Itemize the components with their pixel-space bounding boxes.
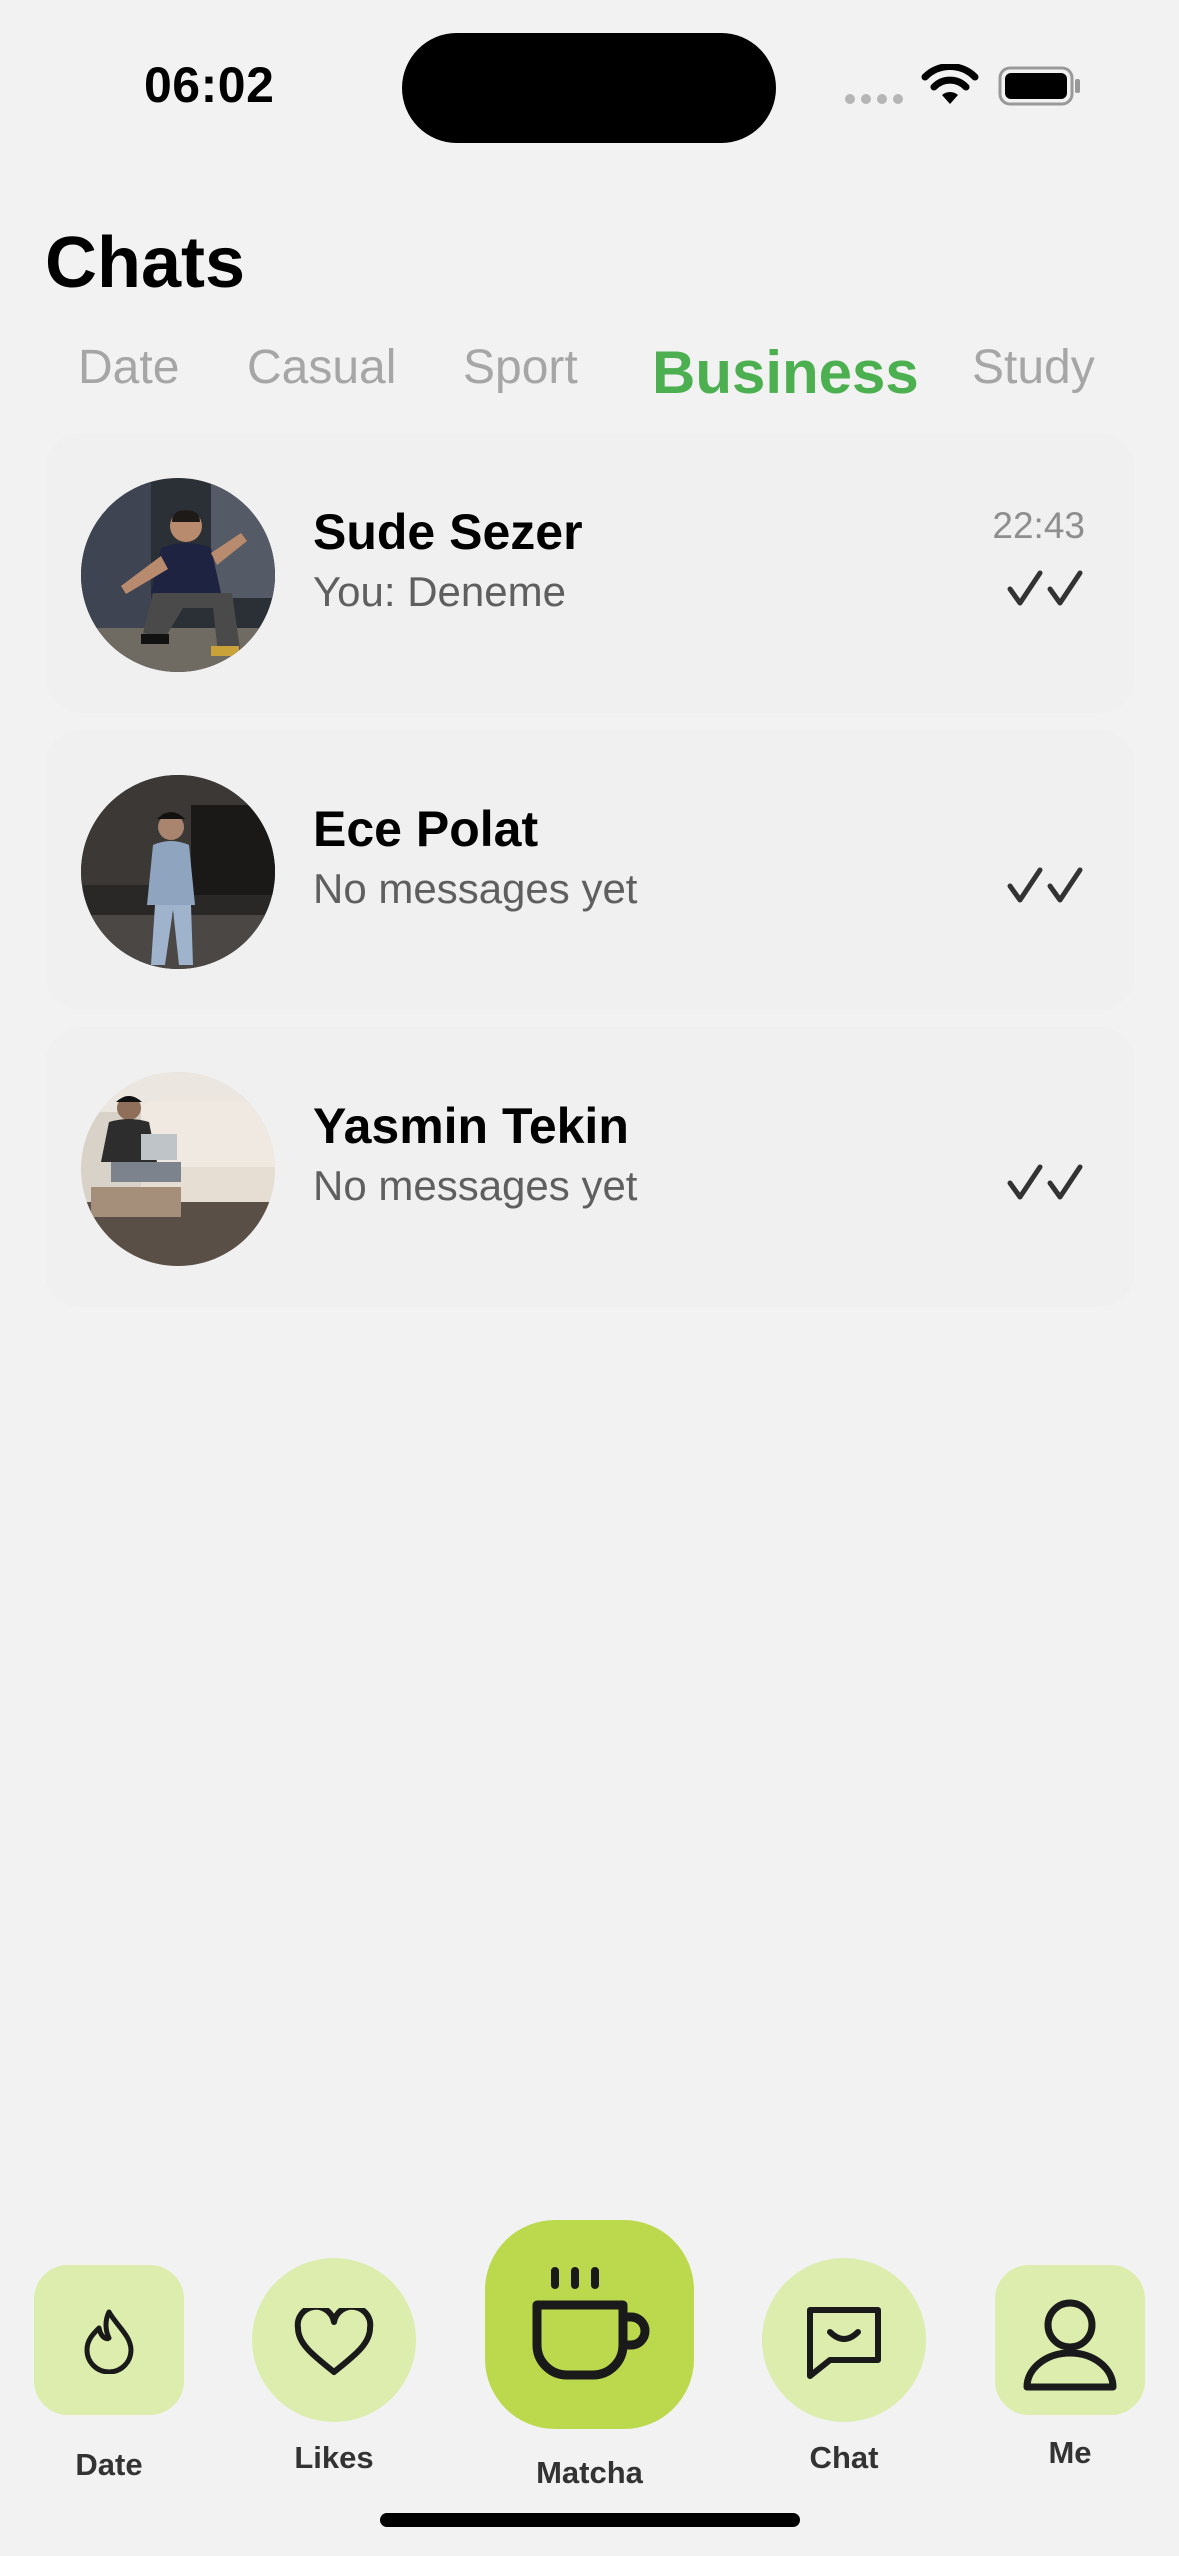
- category-tabs: Date Casual Sport Business Study: [0, 330, 1179, 420]
- avatar[interactable]: [81, 775, 275, 969]
- double-check-icon: [1007, 570, 1083, 606]
- tab-date[interactable]: Date: [78, 340, 179, 395]
- contact-name: Ece Polat: [313, 801, 539, 857]
- double-check-icon: [1007, 867, 1083, 903]
- avatar[interactable]: [81, 1072, 275, 1266]
- message-preview: No messages yet: [313, 865, 638, 912]
- chat-item-yasmin-tekin[interactable]: Yasmin Tekin No messages yet: [45, 1027, 1135, 1307]
- avatar[interactable]: [81, 478, 275, 672]
- nav-label: Matcha: [536, 2455, 643, 2490]
- message-preview: No messages yet: [313, 1162, 638, 1209]
- chat-item-ece-polat[interactable]: Ece Polat No messages yet: [45, 730, 1135, 1010]
- nav-label: Chat: [809, 2440, 879, 2475]
- cellular-signal-icon: [845, 94, 903, 104]
- cup-icon: [532, 2267, 650, 2380]
- battery-icon: [998, 66, 1080, 106]
- contact-name: Yasmin Tekin: [313, 1098, 629, 1154]
- bottom-nav: Date Likes Matcha Chat Me: [0, 2210, 1179, 2510]
- nav-label: Me: [1048, 2435, 1092, 2470]
- tab-casual[interactable]: Casual: [247, 340, 396, 395]
- tab-study[interactable]: Study: [972, 340, 1095, 395]
- nav-likes[interactable]: Likes: [252, 2258, 416, 2478]
- message-preview: You: Deneme: [313, 568, 566, 615]
- message-time: 22:43: [992, 505, 1085, 546]
- contact-name: Sude Sezer: [313, 504, 583, 560]
- tab-business[interactable]: Business: [652, 338, 919, 407]
- wifi-icon: [921, 64, 979, 104]
- chat-item-sude-sezer[interactable]: Sude Sezer You: Deneme 22:43: [45, 433, 1135, 713]
- chat-bubble-icon: [807, 2307, 881, 2379]
- nav-chat[interactable]: Chat: [762, 2258, 926, 2478]
- nav-date[interactable]: Date: [34, 2265, 184, 2485]
- status-time: 06:02: [144, 57, 275, 113]
- page-title: Chats: [45, 223, 246, 303]
- tab-sport[interactable]: Sport: [463, 340, 578, 395]
- home-indicator[interactable]: [380, 2513, 800, 2527]
- dynamic-island: [402, 33, 776, 143]
- nav-label: Likes: [294, 2440, 374, 2475]
- person-icon: [1023, 2299, 1117, 2391]
- flame-icon: [84, 2309, 134, 2374]
- nav-label: Date: [75, 2447, 143, 2482]
- nav-me[interactable]: Me: [995, 2265, 1145, 2485]
- double-check-icon: [1007, 1164, 1083, 1200]
- nav-matcha[interactable]: Matcha: [485, 2220, 694, 2490]
- heart-icon: [294, 2308, 374, 2375]
